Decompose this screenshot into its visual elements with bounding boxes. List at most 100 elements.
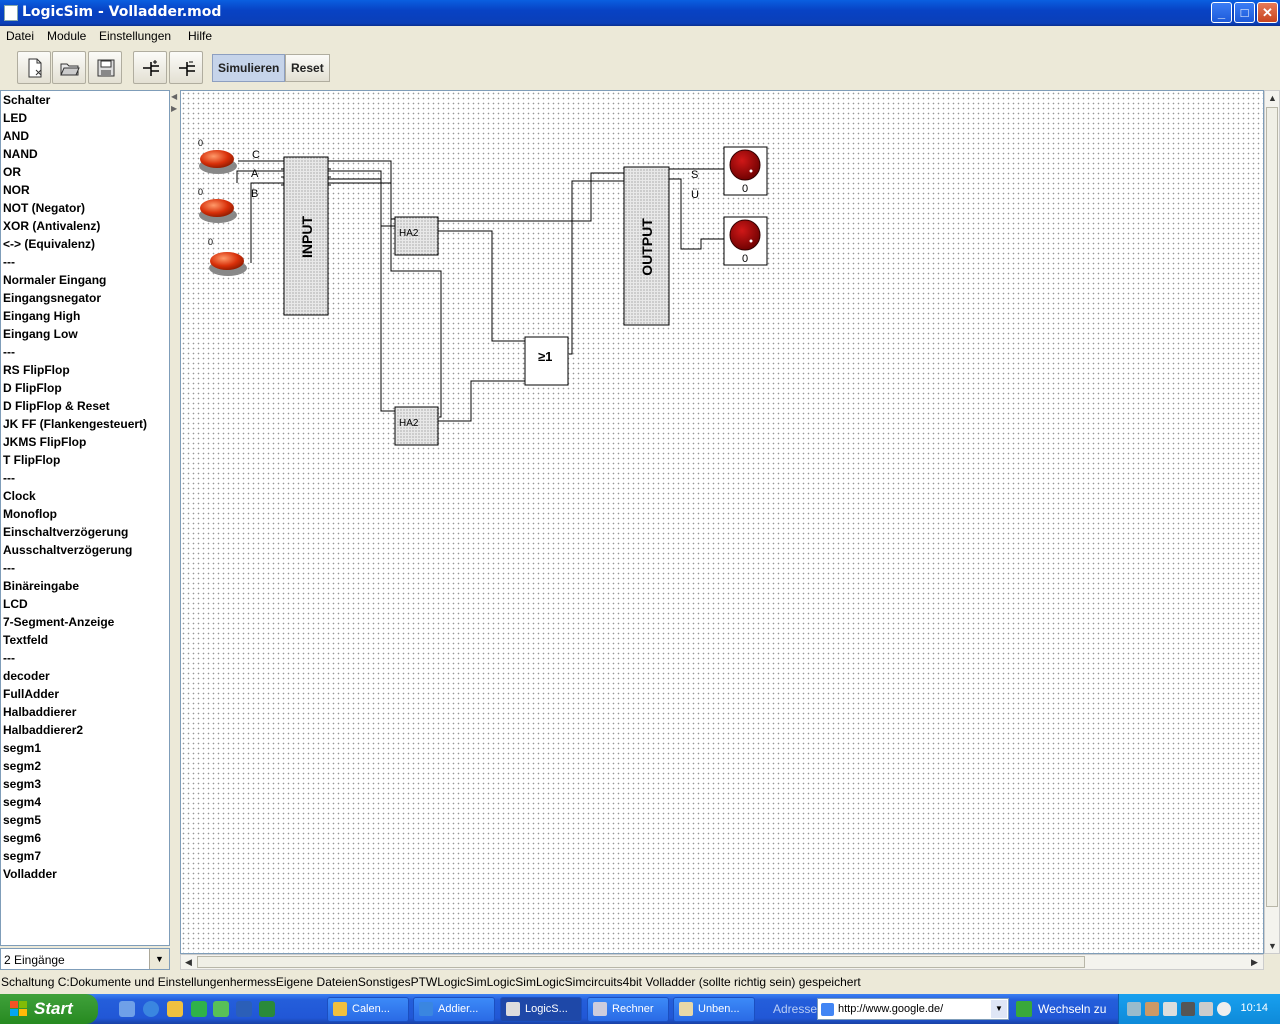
- component-list-item[interactable]: segm1: [1, 739, 169, 757]
- component-list-item[interactable]: segm7: [1, 847, 169, 865]
- component-list-item[interactable]: Monoflop: [1, 505, 169, 523]
- scrollbar-thumb[interactable]: [197, 956, 1085, 968]
- input-switch[interactable]: 0: [198, 187, 237, 223]
- show-desktop-icon[interactable]: [119, 1001, 135, 1017]
- scroll-up-icon[interactable]: ▲: [1268, 93, 1277, 103]
- menu-einstellungen[interactable]: Einstellungen: [99, 29, 171, 43]
- task-rechner[interactable]: Rechner: [587, 997, 669, 1022]
- component-list-item[interactable]: Clock: [1, 487, 169, 505]
- component-list-item[interactable]: segm3: [1, 775, 169, 793]
- remove-input-button[interactable]: [169, 51, 203, 84]
- component-list-item[interactable]: AND: [1, 127, 169, 145]
- volume-icon[interactable]: [1199, 1002, 1213, 1016]
- component-list-item[interactable]: Schalter: [1, 91, 169, 109]
- component-list-item[interactable]: Halbaddierer2: [1, 721, 169, 739]
- menu-datei[interactable]: Datei: [6, 29, 34, 43]
- chevron-down-icon[interactable]: ▼: [149, 949, 169, 969]
- minimize-button[interactable]: _: [1211, 2, 1232, 23]
- component-list-item[interactable]: NOT (Negator): [1, 199, 169, 217]
- component-list-item[interactable]: Eingang Low: [1, 325, 169, 343]
- input-switch[interactable]: 0: [208, 237, 247, 276]
- component-list-item[interactable]: OR: [1, 163, 169, 181]
- close-button[interactable]: ✕: [1257, 2, 1278, 23]
- inputs-select[interactable]: 2 Eingänge ▼: [0, 948, 170, 970]
- open-button[interactable]: [52, 51, 86, 84]
- component-list-item[interactable]: Halbaddierer: [1, 703, 169, 721]
- task-logicsim[interactable]: LogicS...: [500, 997, 582, 1022]
- component-list-item[interactable]: LED: [1, 109, 169, 127]
- component-list-item[interactable]: <-> (Equivalenz): [1, 235, 169, 253]
- component-list-item[interactable]: JKMS FlipFlop: [1, 433, 169, 451]
- menu-hilfe[interactable]: Hilfe: [188, 29, 212, 43]
- component-list-item[interactable]: segm2: [1, 757, 169, 775]
- excel-icon[interactable]: [259, 1001, 275, 1017]
- half-adder[interactable]: HA2: [394, 406, 439, 446]
- tray-app-icon[interactable]: [1217, 1002, 1231, 1016]
- component-list-item[interactable]: Eingang High: [1, 307, 169, 325]
- messenger-icon[interactable]: [167, 1001, 183, 1017]
- tray-app-icon[interactable]: [1163, 1002, 1177, 1016]
- input-switch[interactable]: 0: [198, 138, 237, 174]
- vertical-scrollbar[interactable]: ▲ ▼: [1264, 90, 1280, 954]
- half-adder[interactable]: HA2: [394, 216, 439, 256]
- or-gate[interactable]: ≥1: [524, 336, 569, 386]
- component-list-item[interactable]: segm6: [1, 829, 169, 847]
- maximize-button[interactable]: □: [1234, 2, 1255, 23]
- component-list-item[interactable]: decoder: [1, 667, 169, 685]
- task-unbenannt[interactable]: Unben...: [673, 997, 755, 1022]
- tray-app-icon[interactable]: [1145, 1002, 1159, 1016]
- chevron-down-icon[interactable]: ▼: [991, 1000, 1007, 1018]
- media-player-icon[interactable]: [191, 1001, 207, 1017]
- title-bar[interactable]: LogicSim - Volladder.mod _ □ ✕: [0, 0, 1280, 26]
- start-button[interactable]: Start: [0, 994, 98, 1024]
- address-input[interactable]: http://www.google.de/ ▼: [817, 998, 1009, 1020]
- component-list-item[interactable]: LCD: [1, 595, 169, 613]
- scroll-right-icon[interactable]: ▶: [1251, 957, 1258, 968]
- component-list-item[interactable]: RS FlipFlop: [1, 361, 169, 379]
- circuit-canvas[interactable]: 0 0 0 C A B INPUT HA2 HA2 ≥1 OUTPUT S Ü …: [180, 90, 1264, 954]
- simulate-button[interactable]: Simulieren: [212, 54, 286, 82]
- collapse-left-icon[interactable]: ◀: [171, 92, 177, 101]
- horizontal-scrollbar[interactable]: ◀ ▶: [180, 954, 1264, 970]
- launcher-icon[interactable]: [213, 1001, 229, 1017]
- component-list-item[interactable]: NAND: [1, 145, 169, 163]
- reset-button[interactable]: Reset: [285, 54, 330, 82]
- menu-module[interactable]: Module: [47, 29, 86, 43]
- tray-app-icon[interactable]: [1181, 1002, 1195, 1016]
- word-icon[interactable]: [236, 1001, 252, 1017]
- component-list-item[interactable]: segm4: [1, 793, 169, 811]
- component-list-item[interactable]: Einschaltverzögerung: [1, 523, 169, 541]
- scroll-down-icon[interactable]: ▼: [1268, 941, 1277, 951]
- new-file-button[interactable]: [17, 51, 51, 84]
- led[interactable]: 0: [723, 146, 768, 196]
- component-list-item[interactable]: segm5: [1, 811, 169, 829]
- save-button[interactable]: [88, 51, 122, 84]
- component-list-item[interactable]: XOR (Antivalenz): [1, 217, 169, 235]
- input-module[interactable]: INPUT: [281, 156, 331, 316]
- expand-right-icon[interactable]: ▶: [171, 104, 177, 113]
- component-list-item[interactable]: Eingangsnegator: [1, 289, 169, 307]
- internet-explorer-icon[interactable]: [143, 1001, 159, 1017]
- component-list-item[interactable]: Volladder: [1, 865, 169, 883]
- task-calendar[interactable]: Calen...: [327, 997, 409, 1022]
- scrollbar-thumb[interactable]: [1266, 107, 1278, 907]
- splitter[interactable]: ◀ ▶: [170, 90, 179, 970]
- led[interactable]: 0: [723, 216, 768, 266]
- scroll-left-icon[interactable]: ◀: [185, 957, 192, 968]
- component-list-item[interactable]: Textfeld: [1, 631, 169, 649]
- component-list-item[interactable]: T FlipFlop: [1, 451, 169, 469]
- network-icon[interactable]: [1127, 1002, 1141, 1016]
- go-button[interactable]: Wechseln zu: [1014, 998, 1106, 1020]
- component-list-item[interactable]: D FlipFlop & Reset: [1, 397, 169, 415]
- component-list-item[interactable]: 7-Segment-Anzeige: [1, 613, 169, 631]
- component-list[interactable]: Schalter LED AND NAND OR NOR NOT (Negator) XOR …: [0, 90, 170, 946]
- task-addierer[interactable]: Addier...: [413, 997, 495, 1022]
- component-list-item[interactable]: Ausschaltverzögerung: [1, 541, 169, 559]
- component-list-item[interactable]: FullAdder: [1, 685, 169, 703]
- component-list-item[interactable]: Binäreingabe: [1, 577, 169, 595]
- component-list-item[interactable]: Normaler Eingang: [1, 271, 169, 289]
- add-input-button[interactable]: [133, 51, 167, 84]
- component-list-item[interactable]: NOR: [1, 181, 169, 199]
- component-list-item[interactable]: D FlipFlop: [1, 379, 169, 397]
- output-module[interactable]: OUTPUT: [623, 166, 670, 326]
